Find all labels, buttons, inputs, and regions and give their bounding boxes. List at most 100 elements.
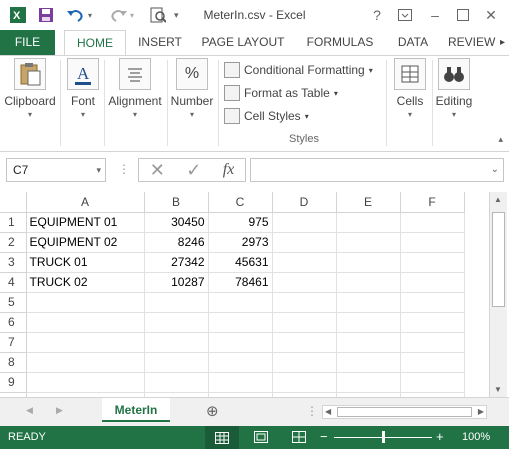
cell-b1[interactable]: 30450: [144, 212, 209, 233]
scroll-down-icon[interactable]: ▼: [494, 385, 502, 394]
column-header-a[interactable]: A: [26, 192, 145, 213]
cell-b6[interactable]: [144, 312, 209, 333]
sheet-tab-meterin[interactable]: MeterIn: [102, 398, 170, 422]
tab-formulas[interactable]: FORMULAS: [300, 30, 380, 55]
page-break-view-button[interactable]: [292, 431, 306, 446]
cell-a2[interactable]: EQUIPMENT 02: [26, 232, 145, 253]
cell-d5[interactable]: [272, 292, 337, 313]
cell-b3[interactable]: 27342: [144, 252, 209, 273]
conditional-formatting-button[interactable]: Conditional Formatting ▾: [224, 60, 373, 80]
maximize-icon[interactable]: [452, 4, 474, 26]
format-as-table-button[interactable]: Format as Table ▾: [224, 83, 338, 103]
cell-b2[interactable]: 8246: [144, 232, 209, 253]
cell-e5[interactable]: [336, 292, 401, 313]
cell-f4[interactable]: [400, 272, 465, 293]
row-header[interactable]: 4: [0, 272, 27, 293]
cell-a9[interactable]: [26, 372, 145, 393]
scroll-up-icon[interactable]: ▲: [494, 195, 502, 204]
tab-page-layout[interactable]: PAGE LAYOUT: [196, 30, 290, 55]
insert-function-button[interactable]: fx: [223, 161, 235, 179]
alignment-button[interactable]: Alignment ▾: [106, 58, 164, 119]
cell-d3[interactable]: [272, 252, 337, 273]
cell-c4[interactable]: 78461: [208, 272, 273, 293]
cells-button[interactable]: Cells ▾: [390, 58, 430, 119]
horizontal-scroll-thumb[interactable]: [337, 407, 472, 417]
cell-d4[interactable]: [272, 272, 337, 293]
column-header-b[interactable]: B: [144, 192, 209, 213]
cell-f7[interactable]: [400, 332, 465, 353]
cell-d1[interactable]: [272, 212, 337, 233]
help-button[interactable]: ?: [366, 4, 388, 26]
vertical-scrollbar[interactable]: ▲ ▼: [489, 192, 507, 397]
formula-input[interactable]: ⌄: [250, 158, 504, 182]
name-box[interactable]: C7 ▾: [6, 158, 106, 182]
editing-button[interactable]: Editing ▾: [434, 58, 474, 119]
cell-a8[interactable]: [26, 352, 145, 373]
cell-f2[interactable]: [400, 232, 465, 253]
cell-c7[interactable]: [208, 332, 273, 353]
cell-e2[interactable]: [336, 232, 401, 253]
zoom-slider-thumb[interactable]: [382, 431, 385, 443]
chevron-down-icon[interactable]: ▾: [96, 165, 101, 176]
add-sheet-button[interactable]: ⊕: [206, 402, 219, 420]
cell-a1[interactable]: EQUIPMENT 01: [26, 212, 145, 233]
cell-d6[interactable]: [272, 312, 337, 333]
row-header[interactable]: 8: [0, 352, 27, 373]
vertical-scroll-thumb[interactable]: [492, 212, 505, 307]
cell-e7[interactable]: [336, 332, 401, 353]
tab-review[interactable]: REVIEW: [448, 30, 498, 55]
cell-e1[interactable]: [336, 212, 401, 233]
cell-b9[interactable]: [144, 372, 209, 393]
cell-e9[interactable]: [336, 372, 401, 393]
cell-c9[interactable]: [208, 372, 273, 393]
column-header-d[interactable]: D: [272, 192, 337, 213]
row-header[interactable]: 6: [0, 312, 27, 333]
prev-sheet-icon[interactable]: ◀: [26, 405, 33, 416]
normal-view-button[interactable]: [205, 426, 239, 449]
row-header[interactable]: 3: [0, 252, 27, 273]
font-button[interactable]: A Font ▾: [64, 58, 102, 119]
cell-b7[interactable]: [144, 332, 209, 353]
minimize-button[interactable]: –: [424, 4, 446, 26]
zoom-in-button[interactable]: +: [436, 429, 444, 444]
cell-a4[interactable]: TRUCK 02: [26, 272, 145, 293]
page-layout-view-button[interactable]: [254, 431, 268, 446]
expand-formula-bar-icon[interactable]: ⌄: [491, 164, 499, 175]
ribbon-display-options-icon[interactable]: [394, 4, 416, 26]
cell-c6[interactable]: [208, 312, 273, 333]
row-header[interactable]: 7: [0, 332, 27, 353]
row-header[interactable]: 1: [0, 212, 27, 233]
zoom-out-button[interactable]: −: [320, 429, 328, 444]
cell-b5[interactable]: [144, 292, 209, 313]
column-header-e[interactable]: E: [336, 192, 401, 213]
cell-b8[interactable]: [144, 352, 209, 373]
cell-f9[interactable]: [400, 372, 465, 393]
scroll-left-icon[interactable]: ◀: [325, 407, 331, 416]
tab-data[interactable]: DATA: [390, 30, 436, 55]
close-button[interactable]: ✕: [480, 4, 502, 26]
collapse-ribbon-icon[interactable]: ▴: [498, 134, 503, 145]
cell-d7[interactable]: [272, 332, 337, 353]
column-header-f[interactable]: F: [400, 192, 465, 213]
cell-a5[interactable]: [26, 292, 145, 313]
tab-insert[interactable]: INSERT: [134, 30, 186, 55]
clipboard-button[interactable]: Clipboard ▾: [4, 58, 56, 119]
cell-a7[interactable]: [26, 332, 145, 353]
cell-d9[interactable]: [272, 372, 337, 393]
confirm-entry-icon[interactable]: ✓: [186, 160, 201, 181]
cell-c2[interactable]: 2973: [208, 232, 273, 253]
row-header[interactable]: 9: [0, 372, 27, 393]
cell-f1[interactable]: [400, 212, 465, 233]
cell-d2[interactable]: [272, 232, 337, 253]
cell-f8[interactable]: [400, 352, 465, 373]
cell-c8[interactable]: [208, 352, 273, 373]
tab-home[interactable]: HOME: [64, 30, 126, 55]
cell-c1[interactable]: 975: [208, 212, 273, 233]
cell-d8[interactable]: [272, 352, 337, 373]
cell-e4[interactable]: [336, 272, 401, 293]
cancel-entry-icon[interactable]: ✕: [150, 160, 165, 181]
cell-styles-button[interactable]: Cell Styles ▾: [224, 106, 309, 126]
cell-a6[interactable]: [26, 312, 145, 333]
row-header[interactable]: 2: [0, 232, 27, 253]
cell-b4[interactable]: 10287: [144, 272, 209, 293]
